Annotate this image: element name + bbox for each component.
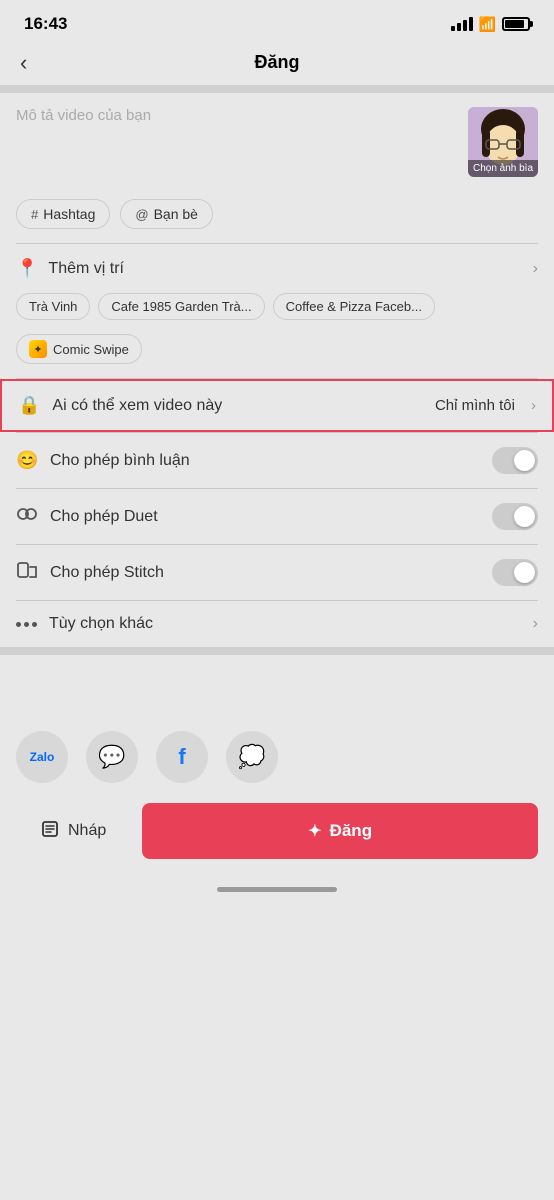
duet-icon: [16, 503, 38, 530]
more-options-row[interactable]: Tùy chọn khác ›: [0, 601, 554, 647]
effect-chip[interactable]: ✦ Comic Swipe: [16, 334, 142, 364]
description-input-area[interactable]: Mô tả video của bạn: [16, 107, 456, 125]
zalo-icon: Zalo: [16, 731, 68, 783]
share-zalo[interactable]: Zalo: [16, 731, 68, 783]
stitch-toggle[interactable]: [492, 559, 538, 586]
draft-label: Nháp: [68, 822, 106, 840]
cover-image[interactable]: Chọn ảnh bìa: [468, 107, 538, 177]
wifi-icon: 📶: [479, 16, 496, 33]
draft-button[interactable]: Nháp: [16, 805, 130, 858]
stitch-icon: [16, 559, 38, 586]
effect-chip-row: ✦ Comic Swipe: [0, 334, 554, 378]
post-label: Đăng: [330, 821, 373, 841]
visibility-value: Chỉ mình tôi: [435, 397, 515, 414]
chip-1[interactable]: Cafe 1985 Garden Trà...: [98, 293, 264, 320]
top-divider: [0, 85, 554, 93]
middle-divider: [0, 647, 554, 655]
location-chevron-icon: ›: [533, 260, 538, 278]
description-section: Mô tả video của bạn: [0, 93, 554, 191]
stitch-row: Cho phép Stitch: [0, 545, 554, 600]
spacer-area: [0, 655, 554, 715]
share-facebook[interactable]: f: [156, 731, 208, 783]
battery-icon: [502, 17, 530, 31]
post-sparkle-icon: ✦: [308, 821, 321, 841]
effect-label: Comic Swipe: [53, 342, 129, 357]
facebook-icon: f: [156, 731, 208, 783]
comments-label: Cho phép bình luận: [50, 452, 480, 470]
toggle-knob: [514, 450, 535, 471]
comment-icon: 😊: [16, 450, 38, 471]
visibility-label: Ai có thể xem video này: [52, 397, 423, 415]
chip-0[interactable]: Trà Vinh: [16, 293, 90, 320]
visibility-chevron-icon: ›: [531, 397, 536, 414]
signal-icon: [451, 17, 473, 31]
message-icon: 💭: [226, 731, 278, 783]
page-title: Đăng: [255, 52, 300, 73]
mention-icon: @: [135, 207, 148, 222]
location-chips: Trà Vinh Cafe 1985 Garden Trà... Coffee …: [0, 293, 554, 334]
home-bar: [217, 887, 337, 892]
comments-toggle[interactable]: [492, 447, 538, 474]
share-row: Zalo 💬 f 💭: [0, 715, 554, 793]
toggle-knob-2: [514, 506, 535, 527]
description-placeholder: Mô tả video của bạn: [16, 107, 151, 124]
back-button[interactable]: ‹: [20, 52, 27, 74]
more-options-label: Tùy chọn khác: [49, 615, 521, 633]
status-time: 16:43: [24, 14, 67, 34]
home-indicator: [0, 879, 554, 896]
post-button[interactable]: ✦ Đăng: [142, 803, 538, 859]
action-bar: Nháp ✦ Đăng: [0, 793, 554, 879]
duet-toggle[interactable]: [492, 503, 538, 530]
duet-label: Cho phép Duet: [50, 508, 480, 526]
status-icons: 📶: [451, 16, 530, 33]
header: ‹ Đăng: [0, 42, 554, 85]
messenger-icon: 💬: [86, 731, 138, 783]
toggle-knob-3: [514, 562, 535, 583]
more-options-chevron-icon: ›: [533, 615, 538, 633]
lock-icon: 🔒: [18, 395, 40, 416]
hashtag-button[interactable]: # Hashtag: [16, 199, 110, 229]
status-bar: 16:43 📶: [0, 0, 554, 42]
stitch-label: Cho phép Stitch: [50, 564, 480, 582]
duet-row: Cho phép Duet: [0, 489, 554, 544]
mention-label: Bạn bè: [154, 206, 198, 222]
hashtag-label: Hashtag: [43, 206, 95, 222]
comic-swipe-icon: ✦: [29, 340, 47, 358]
comments-row: 😊 Cho phép bình luận: [0, 433, 554, 488]
location-icon: 📍: [16, 258, 38, 279]
location-section[interactable]: 📍 Thêm vị trí ›: [0, 244, 554, 293]
share-messenger[interactable]: 💬: [86, 731, 138, 783]
more-dots-icon: [16, 622, 37, 627]
location-label: Thêm vị trí: [48, 260, 522, 278]
hashtag-icon: #: [31, 207, 38, 222]
visibility-row[interactable]: 🔒 Ai có thể xem video này Chỉ mình tôi ›: [0, 379, 554, 432]
mention-button[interactable]: @ Bạn bè: [120, 199, 213, 229]
cover-label[interactable]: Chọn ảnh bìa: [468, 160, 538, 177]
tags-row: # Hashtag @ Bạn bè: [0, 191, 554, 243]
share-message[interactable]: 💭: [226, 731, 278, 783]
chip-2[interactable]: Coffee & Pizza Faceb...: [273, 293, 435, 320]
draft-icon: [40, 819, 60, 844]
